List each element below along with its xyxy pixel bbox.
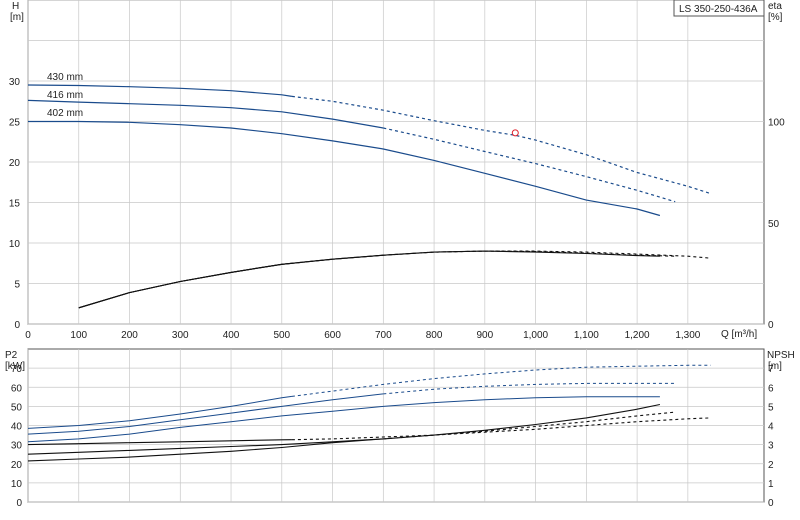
x-tick-label: 1,300	[675, 330, 700, 341]
tick-labels: 0 100 200 300 400 500 600 700 800 900 1,000 1,100 1,…	[9, 77, 785, 509]
power-curve-solid	[27, 395, 292, 429]
y-right-tick-bottom: 4	[768, 422, 774, 433]
y-right-tick-top: 100	[768, 118, 785, 129]
top-grid	[27, 0, 764, 325]
pump-performance-chart: LS 350-250-436A H [m] eta [%] Q [m³/h] P…	[5, 0, 795, 509]
y-left-tick-bottom: 0	[16, 498, 22, 509]
y-left-tick-bottom: 70	[11, 364, 23, 375]
power-curve-solid	[27, 393, 384, 435]
y-right-tick-top: 50	[768, 219, 780, 230]
y-right-tick-bottom: 2	[768, 460, 774, 471]
y-right-tick-bottom: 5	[768, 402, 774, 413]
duty-point-layer	[511, 129, 519, 137]
x-tick-label: 1,100	[574, 330, 599, 341]
x-tick-label: 1,000	[523, 330, 548, 341]
x-axis-label: Q [m³/h]	[721, 329, 757, 340]
y-right-label-bottom: NPSH	[767, 350, 795, 361]
title-box-label: LS 350-250-436A	[679, 4, 758, 15]
y-left-tick-top: 0	[14, 320, 20, 331]
x-tick-label: 800	[426, 330, 443, 341]
x-tick-label: 100	[70, 330, 87, 341]
bottom-curves	[27, 364, 711, 462]
x-tick-label: 700	[375, 330, 392, 341]
y-right-tick-bottom: 7	[768, 364, 774, 375]
y-left-tick-top: 5	[14, 280, 20, 291]
x-tick-label: 400	[223, 330, 240, 341]
y-left-tick-top: 10	[9, 239, 21, 250]
y-left-tick-bottom: 20	[11, 460, 23, 471]
npsh-curve-solid	[27, 403, 661, 462]
y-left-tick-bottom: 50	[11, 402, 23, 413]
y-left-tick-top: 15	[9, 199, 21, 210]
npsh-curve-solid	[27, 439, 292, 446]
x-tick-label: 900	[476, 330, 493, 341]
y-left-label-bottom: P2	[5, 350, 18, 361]
y-left-unit-top: [m]	[10, 12, 24, 23]
x-tick-label: 600	[324, 330, 341, 341]
y-right-unit-top: [%]	[768, 12, 783, 23]
y-left-tick-bottom: 60	[11, 383, 23, 394]
y-left-tick-bottom: 40	[11, 422, 23, 433]
x-tick-label: 500	[273, 330, 290, 341]
y-left-tick-top: 20	[9, 158, 21, 169]
x-tick-label: 200	[121, 330, 138, 341]
y-right-tick-bottom: 3	[768, 441, 774, 452]
y-left-tick-top: 25	[9, 118, 21, 129]
y-right-tick-bottom: 1	[768, 479, 774, 490]
power-curve-dashed	[383, 382, 676, 395]
y-right-tick-bottom: 0	[768, 498, 774, 509]
top-curves	[27, 84, 711, 309]
x-tick-label: 300	[172, 330, 189, 341]
efficiency-curve-solid	[78, 250, 660, 309]
y-right-label-top: eta	[768, 1, 782, 12]
y-right-tick-bottom: 6	[768, 383, 774, 394]
series-label-416: 416 mm	[47, 90, 83, 101]
series-label-402: 402 mm	[47, 108, 83, 119]
x-tick-label: 1,200	[625, 330, 650, 341]
y-left-label-top: H	[12, 1, 19, 12]
y-left-tick-top: 30	[9, 77, 21, 88]
y-right-tick-top: 0	[768, 320, 774, 331]
power-curve-dashed	[291, 364, 711, 397]
y-left-tick-bottom: 30	[11, 441, 23, 452]
duty-point-marker	[511, 129, 519, 137]
x-tick-label: 0	[25, 330, 31, 341]
head-curve-solid	[28, 120, 661, 217]
efficiency-curve-solid	[78, 262, 292, 309]
series-label-430: 430 mm	[47, 72, 83, 83]
y-left-tick-bottom: 10	[11, 479, 23, 490]
power-curve-solid	[27, 396, 660, 443]
